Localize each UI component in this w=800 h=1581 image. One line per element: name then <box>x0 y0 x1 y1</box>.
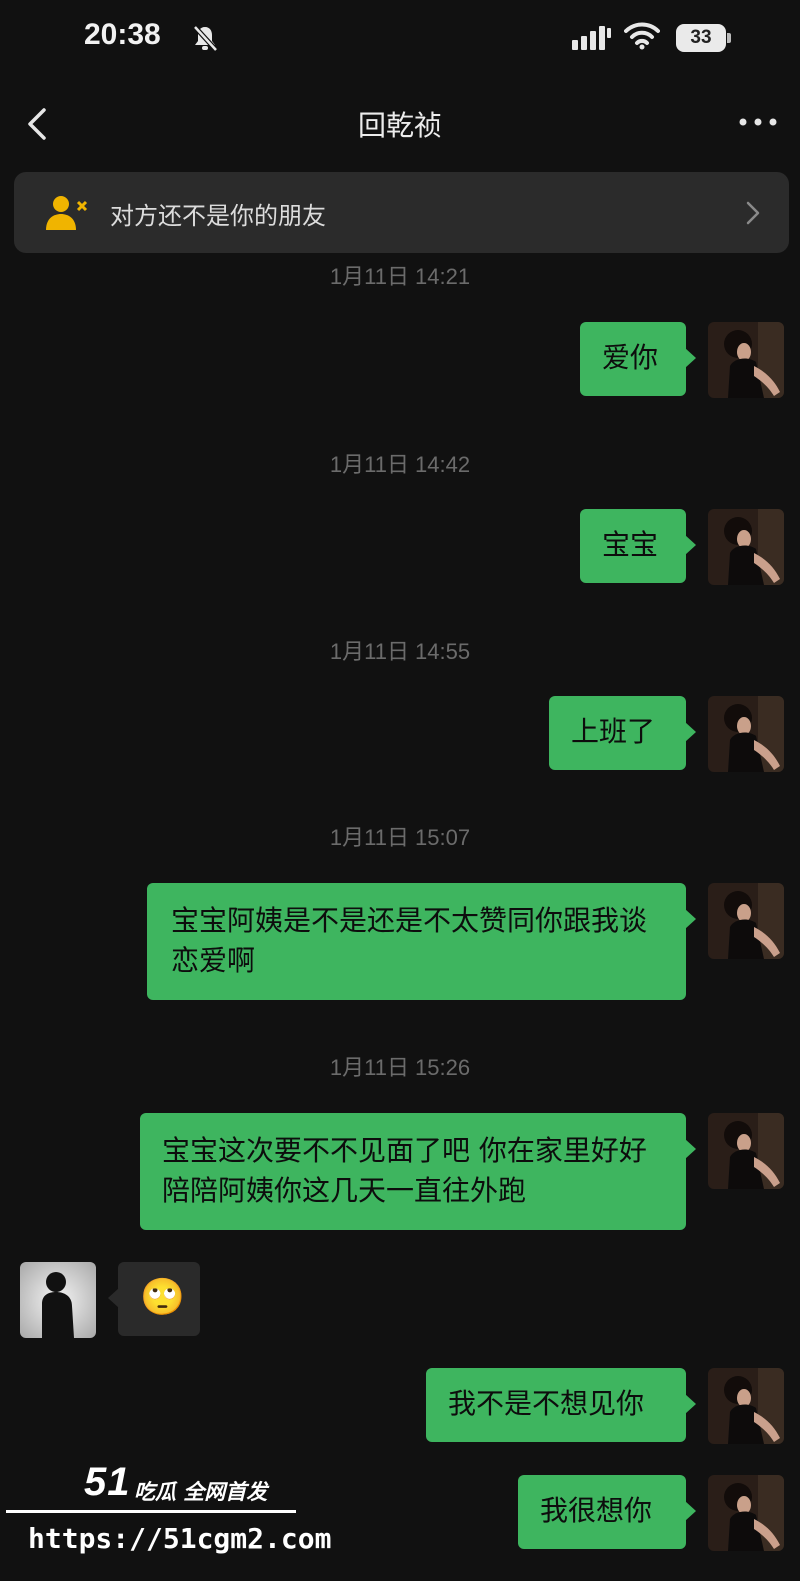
my-avatar[interactable] <box>708 509 784 585</box>
message-timestamp: 1月11日 14:55 <box>329 639 471 664</box>
my-avatar[interactable] <box>708 322 784 398</box>
message-text: 上班了 <box>571 715 656 748</box>
my-avatar[interactable] <box>708 883 784 959</box>
message-timestamp: 1月11日 15:07 <box>329 825 471 850</box>
my-avatar[interactable] <box>708 1113 784 1189</box>
more-options-icon[interactable] <box>738 110 778 134</box>
message-text: 我很想你 <box>540 1494 653 1527</box>
watermark-divider <box>6 1510 296 1513</box>
message-bubble-out[interactable]: 我很想你 <box>518 1475 696 1549</box>
chat-title: 回乾祯 <box>357 109 442 142</box>
emoji-message: 🙄 <box>140 1277 185 1318</box>
message-bubble-out[interactable]: 爱你 <box>580 322 696 396</box>
message-bubble-out[interactable]: 我不是不想见你 <box>426 1368 696 1442</box>
bell-slash-icon <box>193 25 218 52</box>
message-timestamp: 1月11日 14:21 <box>329 264 471 289</box>
watermark: 51 吃瓜 全网首发 https://51cgm2.com <box>0 1452 331 1572</box>
chat-header: 回乾祯 <box>0 90 800 160</box>
watermark-name: 吃瓜 全网首发 <box>134 1480 268 1504</box>
my-avatar[interactable] <box>708 1368 784 1444</box>
banner-text: 对方还不是你的朋友 <box>110 202 326 230</box>
message-timestamp: 1月11日 14:42 <box>329 452 471 477</box>
message-bubble-out[interactable]: 宝宝阿姨是不是还是不太赞同你跟我谈恋爱啊 <box>147 883 696 1000</box>
message-bubble-out[interactable]: 宝宝这次要不不见面了吧 你在家里好好陪陪阿姨你这几天一直往外跑 <box>140 1113 696 1230</box>
status-time: 20:38 <box>84 18 161 51</box>
user-blocked-icon <box>46 196 88 230</box>
chevron-right-icon <box>746 201 760 225</box>
watermark-logo: 51 <box>84 1460 131 1504</box>
my-avatar[interactable] <box>708 696 784 772</box>
signal-icon <box>572 26 611 50</box>
message-text: 爱你 <box>602 341 659 374</box>
message-bubble-out[interactable]: 上班了 <box>549 696 696 770</box>
status-bar: 20:38 33 <box>0 0 800 80</box>
my-avatar[interactable] <box>708 1475 784 1551</box>
message-timestamp: 1月11日 15:26 <box>329 1055 471 1080</box>
message-text: 宝宝阿姨是不是还是不太赞同你跟我谈恋爱啊 <box>171 904 648 977</box>
message-bubble-in[interactable]: 🙄 <box>108 1262 200 1336</box>
message-text: 宝宝 <box>602 528 659 561</box>
message-text: 宝宝这次要不不见面了吧 你在家里好好陪陪阿姨你这几天一直往外跑 <box>162 1134 647 1207</box>
battery-indicator: 33 <box>676 24 732 52</box>
contact-avatar[interactable] <box>20 1262 96 1338</box>
not-friend-banner[interactable]: 对方还不是你的朋友 <box>14 172 789 253</box>
message-bubble-out[interactable]: 宝宝 <box>580 509 696 583</box>
watermark-url: https://51cgm2.com <box>28 1522 332 1555</box>
message-text: 我不是不想见你 <box>448 1387 645 1420</box>
wifi-icon <box>624 22 660 50</box>
battery-level: 33 <box>690 27 712 48</box>
